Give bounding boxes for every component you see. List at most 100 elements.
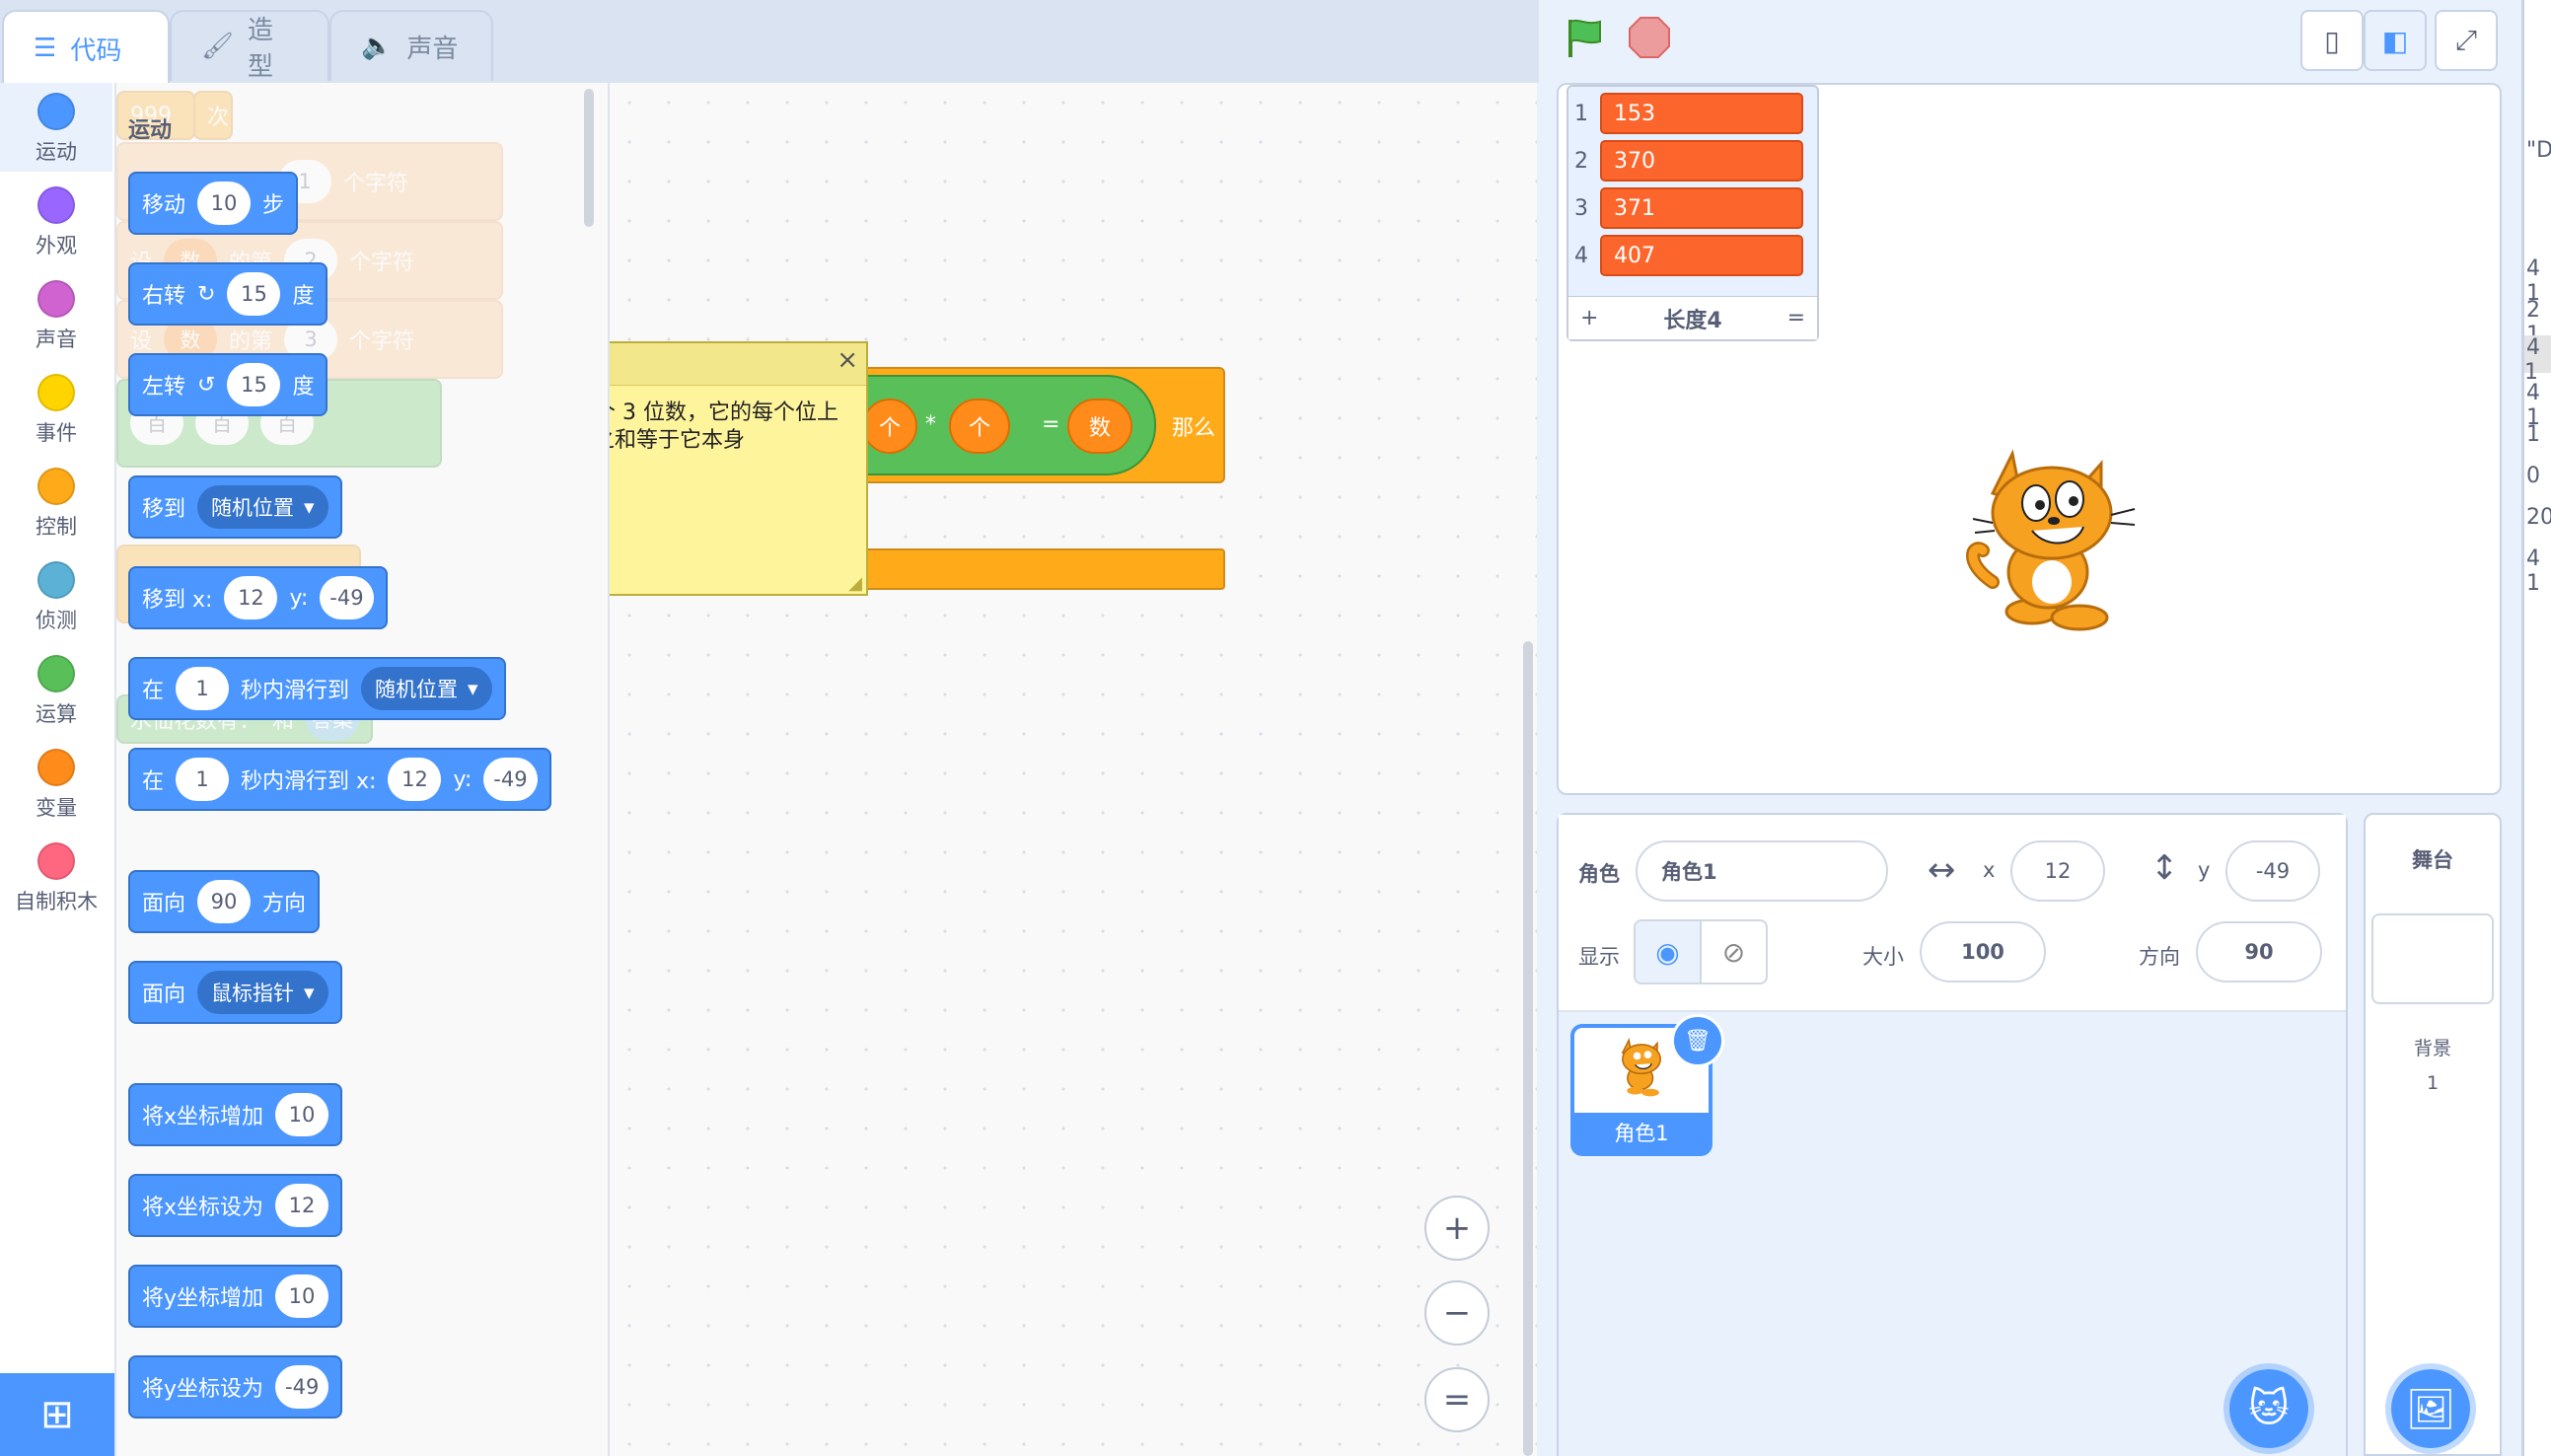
x-input[interactable]: 12 bbox=[388, 758, 442, 801]
change-y-block[interactable]: 将y坐标增加 10 bbox=[128, 1265, 343, 1328]
change-x-block[interactable]: 将x坐标增加 10 bbox=[128, 1083, 343, 1146]
glide-target-dropdown[interactable]: 随机位置 ▾ bbox=[361, 667, 492, 710]
stage-selector[interactable]: 舞台 背景 1 bbox=[2364, 813, 2502, 1456]
cat-sprite[interactable] bbox=[1953, 434, 2150, 637]
degrees-input[interactable]: 15 bbox=[227, 272, 281, 316]
point-in-direction-block[interactable]: 面向 90 方向 bbox=[128, 870, 321, 933]
category-events[interactable]: 事件 bbox=[0, 364, 112, 453]
category-sound[interactable]: 声音 bbox=[0, 270, 112, 359]
x-change-input[interactable]: 10 bbox=[275, 1093, 329, 1136]
size-value: 100 bbox=[1961, 940, 2004, 964]
my-blocks-dot-icon bbox=[37, 842, 75, 880]
y-position-input[interactable]: -49 bbox=[2225, 840, 2320, 902]
choose-backdrop-button[interactable]: 🖼 bbox=[2385, 1363, 2476, 1454]
list-footer: + 长度4 = bbox=[1568, 296, 1817, 339]
hide-eye-icon[interactable]: ⊘ bbox=[1702, 921, 1766, 983]
turn-left-block[interactable]: 左转 ↺ 15 度 bbox=[128, 353, 328, 416]
stop-icon[interactable] bbox=[1628, 16, 1671, 59]
size-input[interactable]: 100 bbox=[1920, 921, 2046, 983]
show-label: 显示 bbox=[1578, 945, 1620, 969]
block-label: 面向 bbox=[142, 983, 186, 1007]
choose-sprite-button[interactable]: 🐱 bbox=[2223, 1363, 2314, 1454]
zoom-in-icon: + bbox=[1442, 1208, 1472, 1248]
block-label: 右转 bbox=[142, 284, 186, 309]
x-input[interactable]: 12 bbox=[224, 576, 278, 619]
palette-section-title: 运动 bbox=[128, 118, 173, 143]
comment-resize-handle[interactable]: ◢ bbox=[848, 573, 862, 594]
variables-dot-icon bbox=[37, 749, 75, 786]
point-towards-dropdown[interactable]: 鼠标指针 ▾ bbox=[197, 971, 328, 1014]
backdrop-thumbnail[interactable] bbox=[2371, 913, 2494, 1004]
list-value[interactable]: 153 bbox=[1600, 93, 1803, 134]
glide-to-xy-block[interactable]: 在 1 秒内滑行到 x: 12 y: -49 bbox=[128, 748, 551, 811]
comment-close-icon[interactable]: × bbox=[837, 345, 858, 375]
tab-code[interactable]: ☰ 代码 bbox=[2, 10, 170, 85]
y-input[interactable]: -49 bbox=[483, 758, 538, 801]
add-extension-button[interactable]: ⊞ bbox=[0, 1373, 114, 1456]
go-to-target-dropdown[interactable]: 随机位置 ▾ bbox=[197, 485, 328, 529]
category-control[interactable]: 控制 bbox=[0, 458, 112, 546]
set-y-block[interactable]: 将y坐标设为 -49 bbox=[128, 1355, 343, 1419]
seconds-input[interactable]: 1 bbox=[176, 667, 230, 710]
tab-costumes[interactable]: 🖌 造型 bbox=[170, 10, 329, 82]
zoom-in-button[interactable]: + bbox=[1424, 1196, 1490, 1261]
move-steps-block[interactable]: 移动 10 步 bbox=[128, 172, 299, 235]
list-value[interactable]: 371 bbox=[1600, 187, 1803, 229]
green-flag-icon[interactable] bbox=[1563, 16, 1608, 61]
fullscreen-button[interactable]: ⤢ bbox=[2435, 10, 2498, 71]
list-resize-handle[interactable]: = bbox=[1787, 306, 1805, 330]
set-x-block[interactable]: 将x坐标设为 12 bbox=[128, 1174, 343, 1237]
category-operators[interactable]: 运算 bbox=[0, 645, 112, 734]
degrees-input[interactable]: 15 bbox=[227, 363, 281, 406]
sprite-name-input[interactable]: 角色1 bbox=[1636, 840, 1888, 902]
category-sensing[interactable]: 侦测 bbox=[0, 551, 112, 640]
caret-down-icon: ▾ bbox=[304, 495, 315, 519]
small-stage-button[interactable]: ▯ bbox=[2300, 10, 2364, 71]
large-stage-button[interactable]: ◧ bbox=[2364, 10, 2427, 71]
steps-input[interactable]: 10 bbox=[197, 182, 252, 225]
category-variables[interactable]: 变量 bbox=[0, 739, 112, 828]
category-looks[interactable]: 外观 bbox=[0, 177, 112, 265]
zoom-out-button[interactable]: − bbox=[1424, 1280, 1490, 1346]
show-eye-icon[interactable]: ◉ bbox=[1636, 921, 1702, 983]
list-value[interactable]: 370 bbox=[1600, 140, 1803, 182]
direction-label: 方向 bbox=[2139, 945, 2180, 969]
palette-scrollbar[interactable] bbox=[584, 89, 594, 227]
ghost-repeat-unit: 次 bbox=[193, 91, 233, 140]
direction-input[interactable]: 90 bbox=[2196, 921, 2322, 983]
y-change-input[interactable]: 10 bbox=[275, 1274, 329, 1318]
go-to-xy-block[interactable]: 移到 x: 12 y: -49 bbox=[128, 566, 388, 629]
workspace-scrollbar[interactable] bbox=[1523, 641, 1533, 1456]
block-label: 将y坐标增加 bbox=[142, 1286, 264, 1311]
digit-reporter[interactable]: 个 bbox=[862, 399, 917, 454]
category-motion[interactable]: 运动 bbox=[0, 83, 112, 172]
clipped-text: 4 1 bbox=[2524, 335, 2540, 385]
point-towards-block[interactable]: 面向 鼠标指针 ▾ bbox=[128, 961, 342, 1024]
seconds-input[interactable]: 1 bbox=[176, 758, 230, 801]
glide-to-block[interactable]: 在 1 秒内滑行到 随机位置 ▾ bbox=[128, 657, 506, 720]
tab-sounds[interactable]: 🔈 声音 bbox=[329, 10, 493, 81]
list-value[interactable]: 407 bbox=[1600, 235, 1803, 276]
delete-sprite-button[interactable]: 🗑 bbox=[1671, 1014, 1724, 1067]
digit-reporter[interactable]: 个 bbox=[949, 399, 1010, 454]
script-workspace[interactable] bbox=[610, 83, 1537, 1456]
y-set-input[interactable]: -49 bbox=[275, 1365, 329, 1409]
if-block-footer[interactable] bbox=[838, 548, 1225, 590]
dropdown-value: 随机位置 bbox=[375, 678, 459, 701]
list-add-button[interactable]: + bbox=[1580, 306, 1598, 330]
y-value: -49 bbox=[2255, 859, 2291, 883]
block-palette[interactable]: 999 次 设 的第 1 个字符 设 数 的第 2 个字符 设 数 的第 3 个… bbox=[116, 83, 610, 1456]
go-to-block[interactable]: 移到 随机位置 ▾ bbox=[128, 475, 342, 539]
list-monitor[interactable]: 1 153 2 370 3 371 4 407 + 长度4 = bbox=[1567, 85, 1819, 341]
direction-input[interactable]: 90 bbox=[197, 880, 252, 923]
tab-sounds-label: 声音 bbox=[406, 34, 459, 64]
y-input[interactable]: -49 bbox=[320, 576, 374, 619]
category-my-blocks[interactable]: 自制积木 bbox=[0, 833, 112, 921]
x-set-input[interactable]: 12 bbox=[275, 1184, 329, 1227]
number-variable-reporter[interactable]: 数 bbox=[1067, 399, 1132, 454]
dropdown-value: 鼠标指针 bbox=[211, 982, 295, 1005]
turn-right-block[interactable]: 右转 ↻ 15 度 bbox=[128, 262, 328, 326]
zoom-reset-button[interactable]: = bbox=[1424, 1367, 1490, 1432]
caret-down-icon: ▾ bbox=[304, 981, 315, 1004]
x-position-input[interactable]: 12 bbox=[2010, 840, 2105, 902]
